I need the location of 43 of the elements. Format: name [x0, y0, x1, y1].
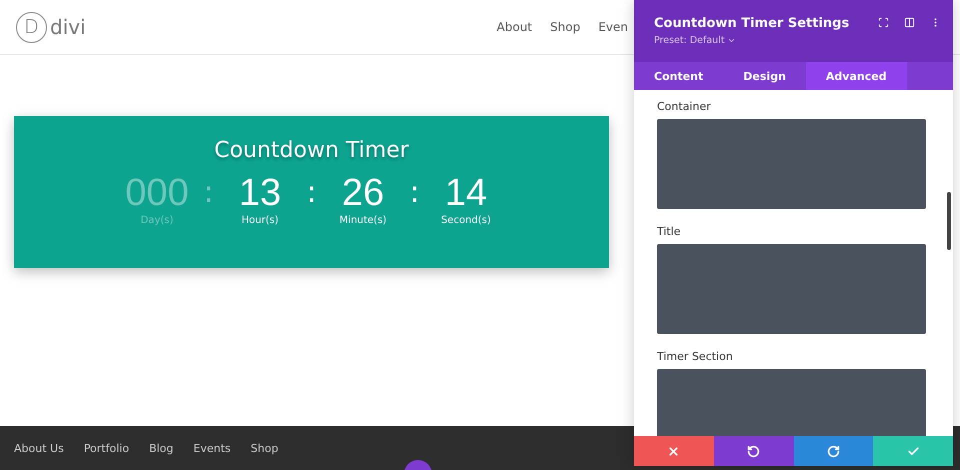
- timer-value: 13: [238, 171, 282, 215]
- preview-field[interactable]: [657, 244, 926, 334]
- nav-link[interactable]: About: [496, 20, 532, 34]
- footer-link[interactable]: Events: [193, 442, 231, 454]
- preview-field[interactable]: [657, 119, 926, 209]
- panel-title: Countdown Timer Settings: [654, 16, 850, 31]
- settings-tab[interactable]: Advanced: [806, 62, 907, 90]
- timer-unit-label: Second(s): [441, 215, 491, 226]
- check-icon: [906, 444, 920, 458]
- logo-text[interactable]: divi: [50, 15, 86, 39]
- redo-icon: [826, 444, 840, 458]
- footer-link[interactable]: Blog: [149, 442, 174, 454]
- redo-button[interactable]: [794, 436, 874, 466]
- caret-icon: [726, 36, 736, 45]
- separator: :: [408, 174, 421, 212]
- timer-unit-label: Day(s): [140, 215, 174, 226]
- timer-value: 14: [444, 171, 488, 215]
- logo-letter[interactable]: D: [16, 12, 47, 42]
- settings-tab[interactable]: Design: [723, 62, 806, 90]
- separator: :: [305, 174, 318, 212]
- preset-dropdown[interactable]: Preset: Default: [654, 35, 953, 46]
- preview-field[interactable]: [657, 369, 926, 436]
- expand-icon[interactable]: [878, 17, 889, 28]
- footer-link[interactable]: Portfolio: [84, 442, 130, 454]
- undo-button[interactable]: [714, 436, 794, 466]
- separator: :: [202, 174, 215, 212]
- section-label: Timer Section: [657, 350, 734, 363]
- nav-link[interactable]: Even: [598, 20, 628, 34]
- section-label: Title: [657, 225, 682, 238]
- undo-icon: [747, 444, 760, 458]
- split-view-icon[interactable]: [904, 17, 915, 28]
- timer-unit-label: Hour(s): [241, 215, 279, 226]
- nav-link[interactable]: Shop: [550, 20, 580, 34]
- footer-link[interactable]: Shop: [250, 442, 278, 454]
- scrollbar[interactable]: [947, 192, 951, 250]
- settings-tab[interactable]: Content: [634, 62, 724, 90]
- close-icon: [667, 444, 680, 458]
- timer-value: 000: [125, 171, 189, 215]
- timer-unit-label: Minute(s): [339, 215, 387, 226]
- footer-link[interactable]: About Us: [14, 442, 64, 454]
- timer-value: 26: [342, 171, 384, 215]
- section-label: Container: [657, 100, 712, 113]
- timer-title: Countdown Timer: [214, 138, 409, 163]
